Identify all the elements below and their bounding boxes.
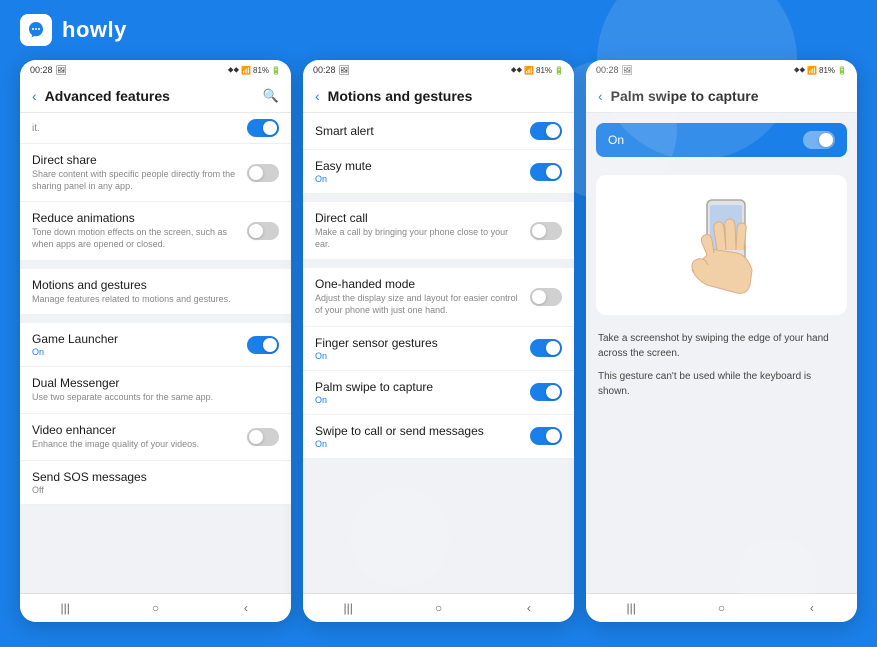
- back-arrow-2[interactable]: ‹: [315, 88, 320, 104]
- setting-dual-messenger: Dual Messenger Use two separate accounts…: [20, 367, 291, 414]
- phone-hand-illustration: [596, 175, 847, 315]
- toggle-palm-capture[interactable]: [803, 131, 835, 149]
- brand-name: howly: [62, 17, 127, 43]
- toggle-reduce-animations[interactable]: [247, 222, 279, 240]
- toggle-direct-share[interactable]: [247, 164, 279, 182]
- nav-recent-2[interactable]: |||: [338, 600, 358, 616]
- setting-video-enhancer: Video enhancer Enhance the image quality…: [20, 414, 291, 461]
- back-arrow-1[interactable]: ‹: [32, 88, 37, 104]
- setting-reduce-animations: Reduce animations Tone down motion effec…: [20, 202, 291, 260]
- partial-top: it.: [20, 113, 291, 144]
- divider-2: [20, 315, 291, 323]
- divider-2a: [303, 194, 574, 202]
- logo-icon: [20, 14, 52, 46]
- palm-desc-1: Take a screenshot by swiping the edge of…: [598, 331, 845, 361]
- status-time-1: 00:28 🖼: [30, 65, 67, 76]
- toggle-finger-sensor[interactable]: [530, 339, 562, 357]
- status-bar-1: 00:28 🖼 ⬥⬥ 📶 81% 🔋: [20, 60, 291, 80]
- toggle-partial[interactable]: [247, 119, 279, 137]
- screen-title-1: Advanced features: [45, 88, 255, 104]
- toggle-game-launcher[interactable]: [247, 336, 279, 354]
- nav-recent-1[interactable]: |||: [55, 600, 75, 616]
- nav-bar-3: ||| ○ ‹: [586, 593, 857, 622]
- nav-recent-3[interactable]: |||: [621, 600, 641, 616]
- toggle-swipe-call[interactable]: [530, 427, 562, 445]
- setting-motions-gestures: Motions and gestures Manage features rel…: [20, 269, 291, 316]
- phone-title-bar-2: ‹ Motions and gestures: [303, 80, 574, 113]
- toggle-video-enhancer[interactable]: [247, 428, 279, 446]
- setting-direct-call: Direct call Make a call by bringing your…: [303, 202, 574, 260]
- screen-title-2: Motions and gestures: [328, 88, 562, 104]
- nav-bar-1: ||| ○ ‹: [20, 593, 291, 622]
- divider-1: [20, 261, 291, 269]
- toggle-one-handed[interactable]: [530, 288, 562, 306]
- nav-home-2[interactable]: ○: [428, 600, 448, 616]
- divider-2b: [303, 260, 574, 268]
- setting-one-handed-mode: One-handed mode Adjust the display size …: [303, 268, 574, 326]
- phone-content-1: it. Direct share Share content with spec…: [20, 113, 291, 593]
- palm-desc-2: This gesture can't be used while the key…: [598, 369, 845, 399]
- status-bar-2: 00:28 🖼 ⬥⬥ 📶 81% 🔋: [303, 60, 574, 80]
- nav-back-2[interactable]: ‹: [519, 600, 539, 616]
- nav-bar-2: ||| ○ ‹: [303, 593, 574, 622]
- toggle-easy-mute[interactable]: [530, 163, 562, 181]
- phone-screen-1: 00:28 🖼 ⬥⬥ 📶 81% 🔋 ‹ Advanced features 🔍…: [20, 60, 291, 622]
- bg-decoration-3: [350, 487, 450, 587]
- toggle-smart-alert[interactable]: [530, 122, 562, 140]
- bg-decoration-4: [737, 537, 817, 617]
- setting-swipe-call: Swipe to call or send messages On: [303, 415, 574, 459]
- phone-title-bar-1: ‹ Advanced features 🔍: [20, 80, 291, 113]
- nav-home-1[interactable]: ○: [145, 600, 165, 616]
- setting-easy-mute: Easy mute On: [303, 150, 574, 194]
- setting-palm-swipe: Palm swipe to capture On: [303, 371, 574, 415]
- toggle-direct-call[interactable]: [530, 222, 562, 240]
- nav-home-3[interactable]: ○: [711, 600, 731, 616]
- toggle-palm-swipe[interactable]: [530, 383, 562, 401]
- setting-game-launcher: Game Launcher On: [20, 323, 291, 367]
- setting-direct-share: Direct share Share content with specific…: [20, 144, 291, 202]
- nav-back-1[interactable]: ‹: [236, 600, 256, 616]
- setting-sos-messages: Send SOS messages Off: [20, 461, 291, 505]
- search-icon-1[interactable]: 🔍: [263, 88, 279, 104]
- setting-smart-alert: Smart alert: [303, 113, 574, 150]
- palm-description: Take a screenshot by swiping the edge of…: [586, 323, 857, 415]
- setting-finger-sensor: Finger sensor gestures On: [303, 327, 574, 371]
